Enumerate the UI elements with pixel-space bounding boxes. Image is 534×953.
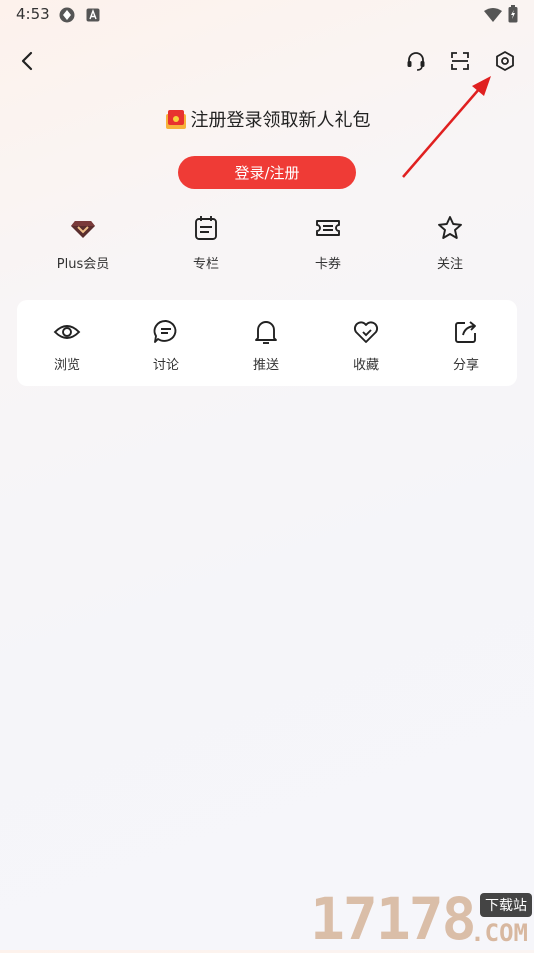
- sync-icon: [58, 6, 76, 28]
- watermark-domain: .COM: [470, 919, 528, 947]
- eye-icon: [53, 325, 81, 339]
- quick-label-column: 专栏: [192, 257, 219, 272]
- diamond-icon: [71, 221, 95, 238]
- headset-icon: [407, 52, 425, 71]
- wifi-icon: [484, 7, 502, 26]
- card-label-discuss: 讨论: [152, 358, 179, 373]
- heart-icon: [353, 321, 379, 343]
- back-arrow-icon: [21, 51, 33, 71]
- ticket-icon: [316, 220, 340, 236]
- quick-label-coupon: 卡券: [314, 257, 341, 272]
- app-badge-icon: [86, 7, 100, 26]
- activity-card: 浏览 讨论 推送 收藏 分享: [17, 300, 517, 386]
- settings-button[interactable]: [488, 44, 522, 78]
- share-icon: [455, 321, 476, 343]
- card-label-push: 推送: [252, 358, 279, 373]
- card-item-favorite[interactable]: 收藏: [326, 318, 406, 373]
- card-item-share[interactable]: 分享: [426, 318, 506, 373]
- quick-item-follow[interactable]: 关注: [400, 214, 500, 272]
- login-register-button[interactable]: 登录/注册: [178, 156, 356, 189]
- promo-text: 注册登录领取新人礼包: [190, 110, 371, 131]
- customer-service-button[interactable]: [399, 44, 433, 78]
- card-item-history[interactable]: 浏览: [27, 318, 107, 373]
- quick-label-plus: Plus会员: [56, 257, 110, 272]
- scan-button[interactable]: [443, 44, 477, 78]
- quick-item-plus[interactable]: Plus会员: [33, 214, 133, 272]
- battery-icon: [508, 5, 518, 27]
- star-icon: [438, 216, 462, 239]
- status-time: 4:53: [16, 5, 50, 23]
- watermark-logo: 17178 下载站 .COM: [310, 885, 534, 953]
- quick-item-coupon[interactable]: 卡券: [278, 214, 378, 272]
- quick-label-follow: 关注: [436, 257, 463, 272]
- gear-icon: [496, 51, 514, 71]
- scan-icon: [451, 52, 469, 70]
- calendar-icon: [195, 216, 217, 240]
- back-button[interactable]: [11, 44, 45, 78]
- watermark-digits: 17178: [310, 885, 477, 953]
- watermark-tag: 下载站: [480, 893, 532, 917]
- card-label-share: 分享: [452, 358, 479, 373]
- quick-access-row: Plus会员 专栏 卡券 关注: [0, 214, 534, 274]
- chat-icon: [153, 320, 177, 343]
- bell-icon: [255, 321, 277, 344]
- annotation-arrow: [402, 76, 491, 178]
- card-item-push[interactable]: 推送: [226, 318, 306, 373]
- card-label-favorite: 收藏: [352, 358, 379, 373]
- red-envelope-icon: [165, 110, 186, 129]
- status-bar: 4:53: [0, 0, 534, 28]
- card-item-discuss[interactable]: 讨论: [126, 318, 206, 373]
- quick-item-column[interactable]: 专栏: [156, 214, 256, 272]
- card-label-history: 浏览: [53, 358, 80, 373]
- promo-banner[interactable]: 注册登录领取新人礼包: [0, 106, 534, 132]
